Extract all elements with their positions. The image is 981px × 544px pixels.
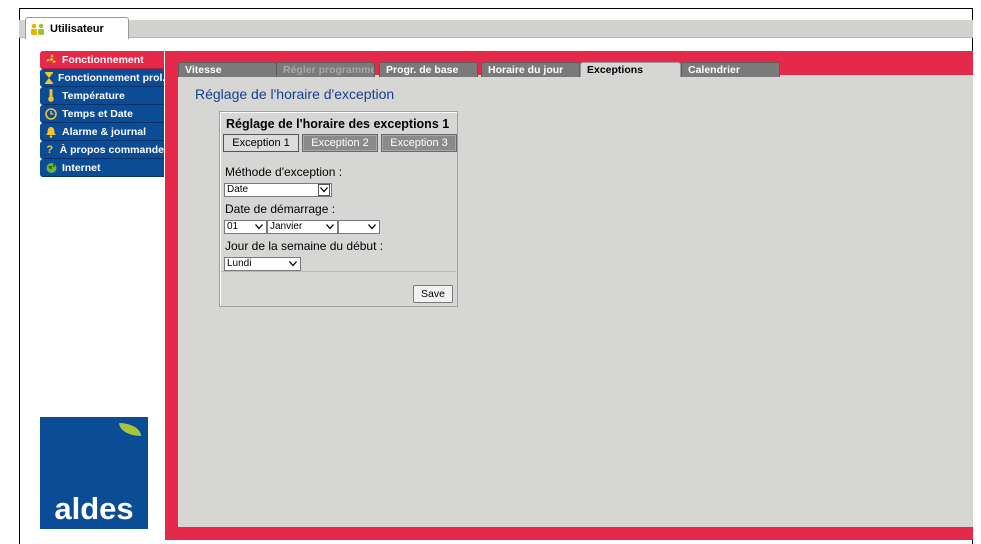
panel-title: Réglage de l'horaire des exceptions 1 bbox=[226, 117, 450, 131]
sidebar: Fonctionnement Fonctionnement prol. Temp… bbox=[40, 51, 164, 177]
sidebar-item-temps-et-date[interactable]: Temps et Date bbox=[40, 105, 164, 123]
chevron-down-icon bbox=[253, 221, 265, 233]
user-tab[interactable]: Utilisateur bbox=[25, 17, 129, 39]
tab-horaire-du-jour[interactable]: Horaire du jour bbox=[481, 62, 580, 77]
aldes-logo: aldes bbox=[40, 417, 148, 529]
start-month-value: Janvier bbox=[270, 221, 303, 232]
logo-text: aldes bbox=[54, 491, 134, 526]
sidebar-item-label: Temps et Date bbox=[62, 107, 133, 120]
chevron-down-icon bbox=[318, 184, 330, 196]
page-title: Réglage de l'horaire d'exception bbox=[195, 86, 395, 102]
sidebar-item-fonctionnement-prol[interactable]: Fonctionnement prol. bbox=[40, 69, 164, 87]
sidebar-item-internet[interactable]: Internet bbox=[40, 159, 164, 177]
chevron-down-icon bbox=[324, 221, 336, 233]
fan-icon bbox=[44, 53, 58, 66]
sidebar-item-a-propos-commande[interactable]: ? À propos commande bbox=[40, 141, 164, 159]
sidebar-item-label: Température bbox=[62, 89, 125, 102]
weekday-value: Lundi bbox=[227, 258, 252, 269]
thermometer-icon bbox=[44, 89, 58, 102]
tab-progr-de-base[interactable]: Progr. de base bbox=[379, 62, 478, 77]
tab-exception-1[interactable]: Exception 1 bbox=[223, 134, 299, 152]
tab-exceptions[interactable]: Exceptions bbox=[580, 62, 681, 77]
user-tab-label: Utilisateur bbox=[50, 22, 104, 35]
sidebar-item-label: Alarme & journal bbox=[62, 125, 147, 138]
sidebar-item-label: Internet bbox=[62, 161, 101, 174]
tab-vitesse[interactable]: Vitesse bbox=[178, 62, 277, 77]
hourglass-icon bbox=[44, 71, 54, 84]
method-value: Date bbox=[227, 184, 249, 195]
chevron-down-icon bbox=[287, 258, 299, 270]
sidebar-item-alarme-journal[interactable]: Alarme & journal bbox=[40, 123, 164, 141]
sidebar-item-fonctionnement[interactable]: Fonctionnement bbox=[40, 51, 164, 69]
users-icon bbox=[30, 23, 46, 35]
sidebar-item-temperature[interactable]: Température bbox=[40, 87, 164, 105]
exception-tabs: Exception 1 Exception 2 Exception 3 bbox=[223, 134, 457, 152]
start-year-select[interactable] bbox=[338, 220, 380, 234]
tab-exception-2[interactable]: Exception 2 bbox=[302, 134, 378, 152]
start-date-label: Date de démarrage : bbox=[225, 202, 336, 216]
start-month-select[interactable]: Janvier bbox=[267, 220, 338, 234]
sidebar-item-label: À propos commande bbox=[59, 143, 164, 156]
globe-icon bbox=[44, 162, 58, 174]
start-day-select[interactable]: 01 bbox=[224, 220, 267, 234]
leaf-icon bbox=[119, 423, 141, 436]
question-icon: ? bbox=[46, 143, 54, 156]
sidebar-item-label: Fonctionnement prol. bbox=[58, 71, 164, 84]
tab-calendrier[interactable]: Calendrier bbox=[681, 62, 780, 77]
weekday-label: Jour de la semaine du début : bbox=[225, 239, 384, 253]
weekday-select[interactable]: Lundi bbox=[224, 257, 301, 271]
top-tab-strip bbox=[19, 20, 973, 38]
exception-panel: Réglage de l'horaire des exceptions 1 Ex… bbox=[219, 111, 458, 307]
chevron-down-icon bbox=[366, 221, 378, 233]
method-select[interactable]: Date bbox=[224, 183, 332, 197]
save-button[interactable]: Save bbox=[413, 285, 453, 303]
clock-icon bbox=[44, 107, 58, 120]
method-label: Méthode d'exception : bbox=[225, 165, 343, 179]
start-day-value: 01 bbox=[227, 221, 239, 232]
sidebar-item-label: Fonctionnement bbox=[62, 53, 144, 66]
tab-regler-programme[interactable]: Régler programme bbox=[276, 62, 375, 77]
panel-divider bbox=[221, 271, 456, 272]
tab-exception-3[interactable]: Exception 3 bbox=[381, 134, 457, 152]
bell-icon bbox=[44, 126, 58, 138]
